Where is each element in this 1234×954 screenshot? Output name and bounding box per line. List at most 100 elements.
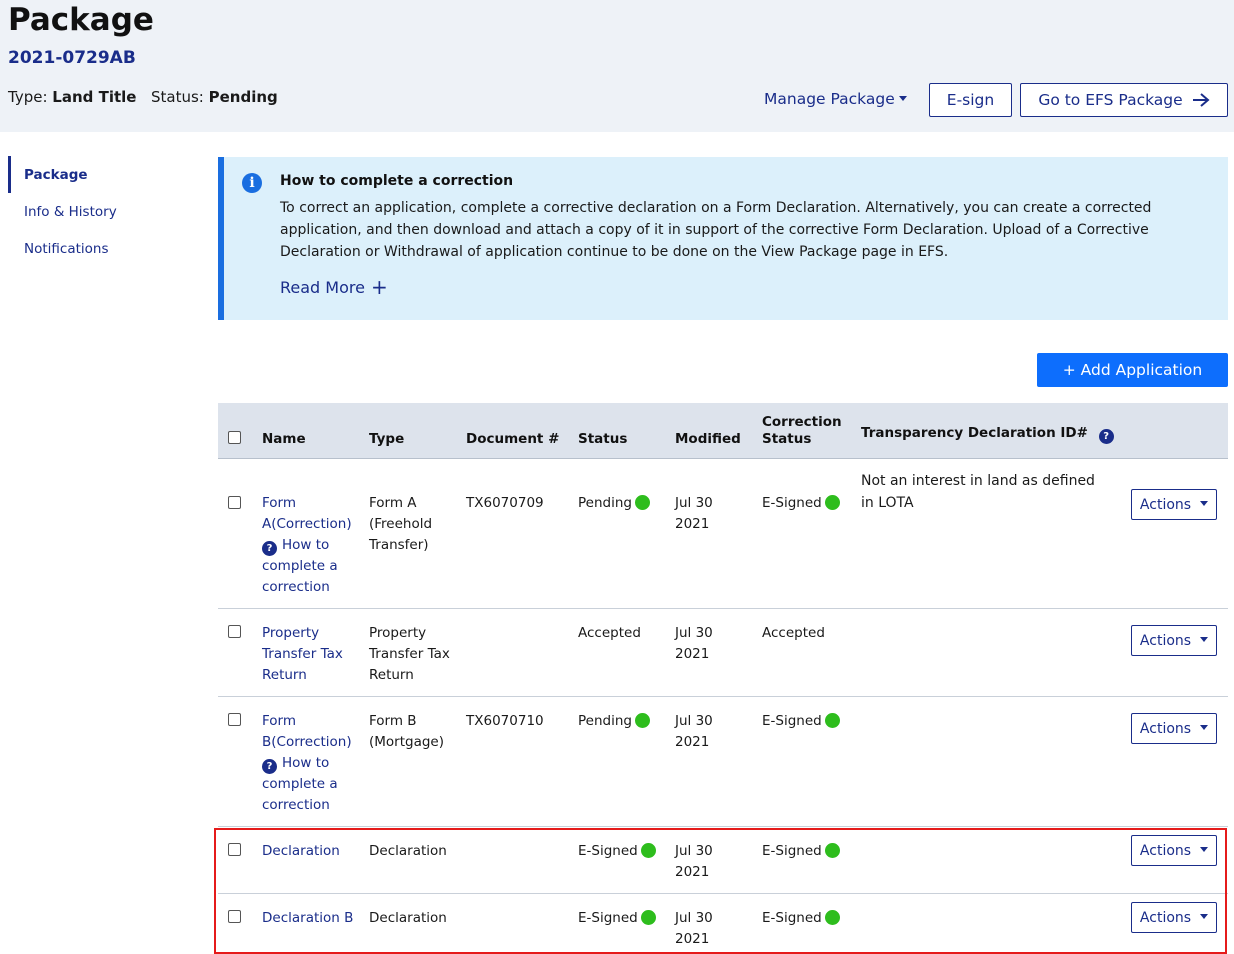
row-name-link[interactable]: Form B(Correction) [262,711,357,753]
row-correction-status: E-Signed [762,908,840,929]
efs-label: Go to EFS Package [1038,91,1183,109]
esign-button[interactable]: E-sign [929,83,1012,117]
page-title: Package [8,2,154,38]
header-modified: Modified [675,431,741,447]
caret-down-icon [898,96,907,101]
row-name-link[interactable]: Form A(Correction) [262,493,357,535]
page-header: Package 2021-0729AB Type: Land Title Sta… [0,0,1234,132]
actions-dropdown[interactable]: Actions [1131,835,1217,866]
help-link[interactable]: ? How to complete a correction [262,535,357,598]
row-status: E-Signed [578,841,656,862]
manage-package-label: Manage Package [764,90,895,108]
row-modified: Jul 30 2021 [675,843,713,880]
row-checkbox[interactable] [228,713,241,726]
row-checkbox[interactable] [228,910,241,923]
header-correction-line2: Status [762,431,812,447]
table-row: Form A(Correction) ? How to complete a co… [218,459,1228,609]
header-type: Type [369,431,405,447]
applications-table: Name Type Document # Status Modified Cor… [218,403,1228,954]
side-nav: Package Info & History Notifications [8,156,188,267]
header-correction-line1: Correction [762,414,842,430]
row-transparency: Not an interest in land as defined in LO… [861,473,1095,511]
caret-down-icon [1200,847,1209,852]
row-name-cell: Declaration B [262,908,357,929]
correction-info-alert: i How to complete a correction To correc… [218,157,1228,320]
status-dot-icon [824,713,840,728]
caret-down-icon [1200,914,1209,919]
row-correction-status: Accepted [762,623,825,644]
table-header: Name Type Document # Status Modified Cor… [218,403,1228,459]
header-document: Document # [466,431,560,447]
status-dot-icon [640,843,656,858]
caret-down-icon [1200,637,1209,642]
esign-label: E-sign [946,91,995,109]
row-checkbox[interactable] [228,843,241,856]
nav-item-notifications[interactable]: Notifications [8,230,188,267]
actions-label: Actions [1139,842,1192,859]
caret-down-icon [1200,725,1209,730]
table-row: Declaration B Declaration E-Signed Jul 3… [218,894,1228,954]
add-application-button[interactable]: + Add Application [1037,353,1228,387]
row-type: Property Transfer Tax Return [369,625,450,683]
package-number: 2021-0729AB [8,48,136,68]
actions-dropdown[interactable]: Actions [1131,902,1217,933]
nav-item-label: Info & History [24,203,117,220]
help-icon[interactable]: ? [1098,429,1114,444]
row-modified: Jul 30 2021 [675,713,713,750]
table-row: Form B(Correction) ? How to complete a co… [218,697,1228,827]
row-checkbox[interactable] [228,625,241,638]
row-document: TX6070709 [466,495,544,511]
row-name-link[interactable]: Declaration [262,841,357,862]
row-name-cell: Form A(Correction) ? How to complete a co… [262,493,357,598]
row-status: Pending [578,711,650,732]
package-type-value: Land Title [52,88,137,106]
help-icon: ? [262,541,277,556]
row-correction-status: E-Signed [762,841,840,862]
row-name-link[interactable]: Property Transfer Tax Return [262,623,357,686]
info-title: How to complete a correction [280,173,514,189]
info-body: To correct an application, complete a co… [280,200,1152,260]
nav-item-label: Notifications [24,240,109,257]
table-row: Property Transfer Tax Return Property Tr… [218,609,1228,697]
nav-item-package[interactable]: Package [8,156,188,193]
package-status: Status: Pending [151,88,278,106]
actions-dropdown[interactable]: Actions [1131,489,1217,520]
status-dot-icon [824,495,840,510]
row-modified: Jul 30 2021 [675,495,713,532]
select-all-checkbox[interactable] [228,431,241,444]
status-dot-icon [640,910,656,925]
row-correction-label: E-Signed [762,843,822,859]
package-status-value: Pending [208,88,278,106]
actions-label: Actions [1139,720,1192,737]
package-type: Type: Land Title [8,88,136,106]
actions-dropdown[interactable]: Actions [1131,713,1217,744]
row-type: Declaration [369,910,447,926]
row-correction-label: E-Signed [762,495,822,511]
row-status: E-Signed [578,908,656,929]
package-status-label: Status: [151,88,204,106]
go-to-efs-package-button[interactable]: Go to EFS Package [1020,83,1228,117]
arrow-right-icon [1192,93,1210,107]
header-status: Status [578,431,628,447]
row-correction-label: E-Signed [762,713,822,729]
nav-item-label: Package [24,166,88,183]
row-status-label: Pending [578,495,632,511]
read-more-label: Read More [280,278,365,297]
row-checkbox[interactable] [228,496,241,509]
row-document: TX6070710 [466,713,544,729]
actions-label: Actions [1139,632,1192,649]
row-type: Declaration [369,843,447,859]
row-status-label: Pending [578,713,632,729]
actions-dropdown[interactable]: Actions [1131,625,1217,656]
caret-down-icon [1200,501,1209,506]
nav-item-info-history[interactable]: Info & History [8,193,188,230]
read-more-link[interactable]: Read More + [280,275,388,299]
actions-label: Actions [1139,909,1192,926]
row-modified: Jul 30 2021 [675,910,713,947]
header-transparency-label: Transparency Declaration ID# [861,425,1088,441]
manage-package-dropdown[interactable]: Manage Package [764,90,907,108]
help-link[interactable]: ? How to complete a correction [262,753,357,816]
row-name-link[interactable]: Declaration B [262,908,357,929]
status-dot-icon [634,713,650,728]
help-icon: ? [262,759,277,774]
